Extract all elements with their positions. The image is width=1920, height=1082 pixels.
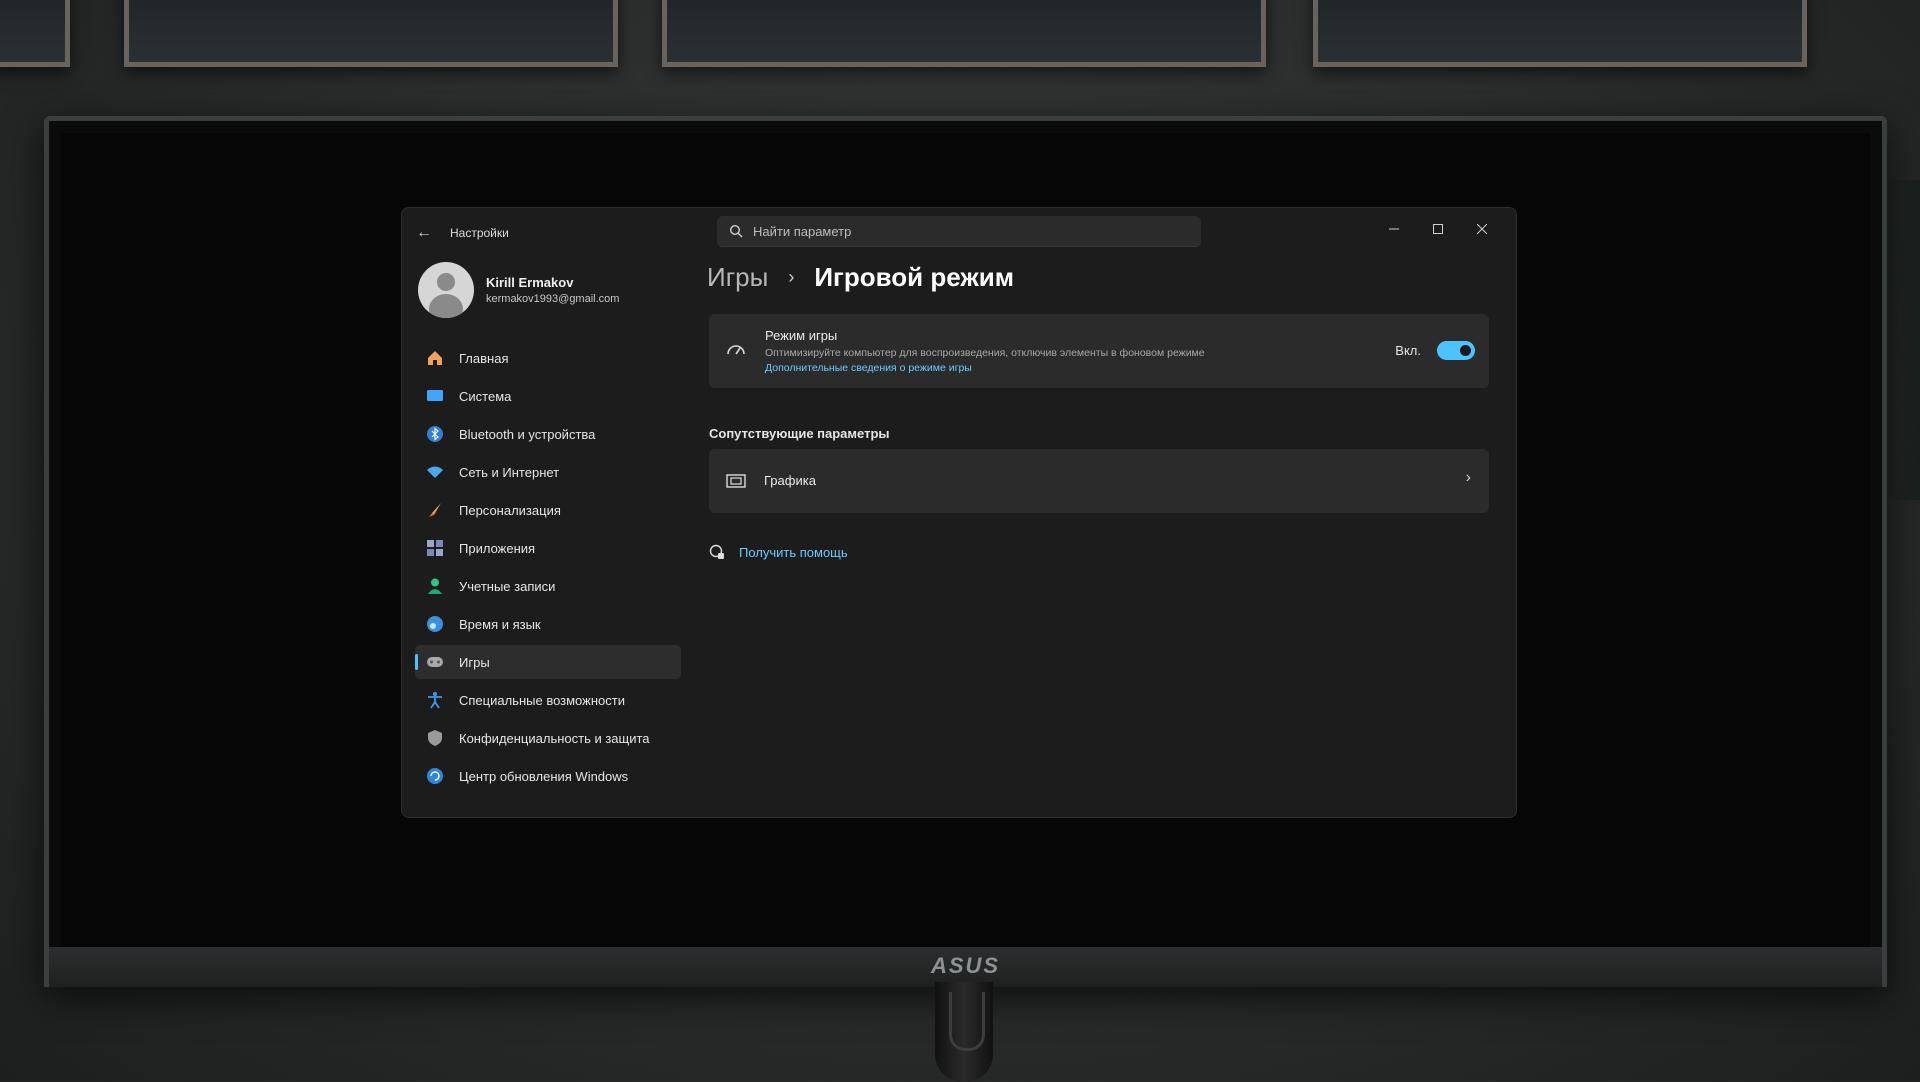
sidebar-item-apps[interactable]: Приложения: [415, 531, 681, 565]
sidebar-item-label: Персонализация: [459, 502, 561, 518]
search-placeholder: Найти параметр: [753, 223, 852, 239]
window-controls: [1372, 214, 1504, 244]
game-mode-icon: [727, 345, 745, 355]
chevron-right-icon: ›: [1465, 469, 1471, 486]
sidebar-item-label: Главная: [459, 350, 509, 366]
wall-picture-frame: [124, 0, 618, 67]
graphics-label: Графика: [764, 473, 816, 488]
graphics-card-icon: [726, 474, 746, 488]
maximize-icon: [1433, 224, 1443, 234]
home-icon: [425, 348, 445, 368]
brush-icon: [425, 500, 445, 520]
accessibility-icon: [425, 690, 445, 710]
profile-name: Kirill Ermakov: [486, 275, 574, 290]
sidebar-item-accessibility[interactable]: Специальные возможности: [415, 683, 681, 717]
toggle-state-label: Вкл.: [1395, 343, 1421, 358]
wall-picture-frame: [0, 0, 70, 67]
game-mode-toggle[interactable]: [1437, 341, 1475, 360]
minimize-button[interactable]: [1372, 214, 1416, 244]
shield-icon: [425, 728, 445, 748]
sidebar-item-label: Bluetooth и устройства: [459, 426, 596, 442]
update-icon: [425, 766, 445, 786]
help-icon: [709, 544, 724, 559]
sidebar-item-bluetooth[interactable]: Bluetooth и устройства: [415, 417, 681, 451]
apps-icon: [425, 538, 445, 558]
sidebar-item-privacy[interactable]: Конфиденциальность и защита: [415, 721, 681, 755]
gamepad-icon: [425, 652, 445, 672]
minimize-icon: [1389, 228, 1399, 230]
search-icon: [729, 224, 743, 238]
app-title: Настройки: [450, 226, 509, 240]
monitor-stand: [935, 982, 993, 1082]
sidebar-item-time-language[interactable]: Время и язык: [415, 607, 681, 641]
bluetooth-icon: [425, 424, 445, 444]
wall-picture-frame: [1313, 0, 1807, 67]
sidebar-item-label: Специальные возможности: [459, 692, 625, 708]
sidebar-item-system[interactable]: Система: [415, 379, 681, 413]
game-mode-toggle-group: Вкл.: [1395, 341, 1475, 360]
user-profile[interactable]: Kirill Ermakov kermakov1993@gmail.com: [418, 262, 619, 318]
page-title: Игровой режим: [814, 262, 1014, 292]
close-button[interactable]: [1460, 214, 1504, 244]
sidebar-item-personalization[interactable]: Персонализация: [415, 493, 681, 527]
sidebar-item-label: Конфиденциальность и защита: [459, 730, 650, 746]
sidebar-item-label: Приложения: [459, 540, 536, 556]
maximize-button[interactable]: [1416, 214, 1460, 244]
display-icon: [425, 386, 445, 406]
sidebar-item-network[interactable]: Сеть и Интернет: [415, 455, 681, 489]
person-icon: [425, 576, 445, 596]
breadcrumb-chevron-icon: ›: [788, 267, 795, 287]
toggle-knob: [1460, 345, 1471, 356]
wall-picture-frame: [662, 0, 1266, 67]
monitor-bezel: ASUS: [49, 947, 1882, 987]
related-settings-heading: Сопутствующие параметры: [709, 426, 890, 441]
get-help-label: Получить помощь: [739, 544, 848, 560]
game-mode-card: Режим игры Оптимизируйте компьютер для в…: [709, 314, 1489, 388]
game-mode-description: Оптимизируйте компьютер для воспроизведе…: [765, 347, 1205, 359]
globe-icon: [425, 614, 445, 634]
back-arrow-icon[interactable]: ←: [416, 224, 432, 242]
sidebar-item-label: Учетные записи: [459, 578, 556, 594]
sidebar-item-accounts[interactable]: Учетные записи: [415, 569, 681, 603]
sidebar-item-label: Сеть и Интернет: [459, 464, 560, 480]
wifi-icon: [425, 462, 445, 482]
sidebar-item-label: Центр обновления Windows: [459, 768, 629, 784]
profile-email: kermakov1993@gmail.com: [486, 293, 620, 305]
avatar: [418, 262, 474, 318]
get-help-link[interactable]: Получить помощь: [709, 544, 848, 560]
breadcrumb-parent[interactable]: Игры: [707, 262, 768, 293]
title-bar: ← Настройки: [416, 224, 509, 242]
sidebar-item-gaming[interactable]: Игры: [415, 645, 681, 679]
close-icon: [1477, 224, 1487, 234]
monitor-brand-logo: ASUS: [930, 953, 1001, 978]
settings-window: ← Настройки Найти параметр Kirill Ermako…: [401, 207, 1517, 818]
graphics-settings-card[interactable]: Графика ›: [709, 449, 1489, 513]
search-input[interactable]: Найти параметр: [717, 216, 1201, 247]
game-mode-learn-more-link[interactable]: Дополнительные сведения о режиме игры: [765, 362, 972, 374]
breadcrumb: Игры › Игровой режим: [707, 262, 1014, 293]
sidebar-item-home[interactable]: Главная: [415, 341, 681, 375]
sidebar-item-label: Игры: [459, 654, 490, 670]
sidebar-item-label: Система: [459, 388, 512, 404]
sidebar-item-label: Время и язык: [459, 616, 541, 632]
game-mode-title: Режим игры: [765, 328, 838, 343]
sidebar-item-windows-update[interactable]: Центр обновления Windows: [415, 759, 681, 793]
sidebar-nav: Главная Система Bluetooth и устройства С…: [415, 341, 681, 797]
